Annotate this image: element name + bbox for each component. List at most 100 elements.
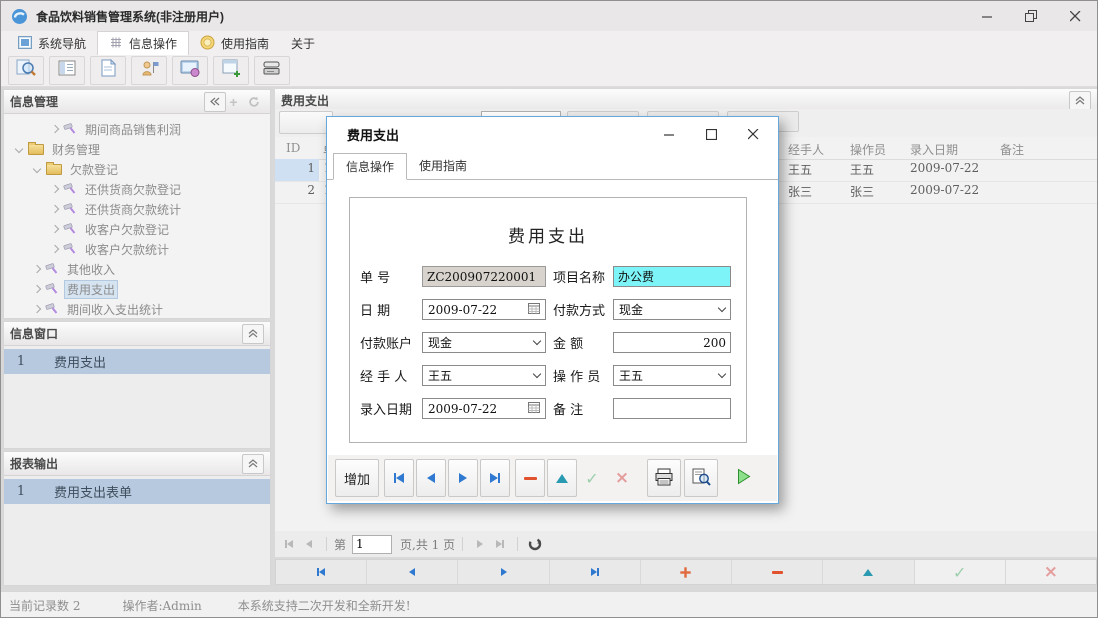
col-entry-date[interactable]: 录入日期 [906, 139, 996, 159]
restore-button[interactable] [1009, 2, 1053, 31]
tab-info-operation[interactable]: 信息操作 [97, 31, 189, 55]
dialog-close-button[interactable] [736, 122, 770, 146]
monitor-button[interactable] [172, 56, 208, 85]
delete-record-button[interactable] [515, 459, 545, 497]
device-button[interactable] [254, 56, 290, 85]
cell-handler: 张三 [784, 181, 846, 203]
add-panel-icon[interactable]: + [226, 94, 241, 110]
collapse-left-icon[interactable] [204, 92, 226, 112]
project-label: 项目名称 [553, 267, 613, 286]
col-operator[interactable]: 操作员 [846, 139, 906, 159]
calendar-icon[interactable] [528, 302, 540, 317]
page-count-label: 页,共 1 页 [400, 536, 455, 553]
page-first-button[interactable] [279, 534, 299, 554]
refresh-icon[interactable] [525, 534, 545, 554]
window-add-button[interactable] [213, 56, 249, 85]
search-button[interactable] [8, 56, 44, 85]
collapse-up-icon[interactable] [1069, 91, 1091, 111]
nav-edit-button[interactable] [823, 560, 914, 584]
expense-dialog: 费用支出 信息操作 使用指南 费用支出 单 号 项目名称 日 期 2009-07… [326, 116, 779, 504]
entry-date-field[interactable]: 2009-07-22 [422, 398, 546, 419]
nav-prev-button[interactable] [367, 560, 458, 584]
tree-item-selected[interactable]: 费用支出 [4, 279, 270, 299]
pay-account-label: 付款账户 [360, 333, 422, 352]
title-bar: 食品饮料销售管理系统(非注册用户) [1, 1, 1097, 32]
post-record-button[interactable]: ✓ [577, 459, 607, 497]
pay-method-select[interactable]: 现金 [613, 299, 731, 320]
tab-about[interactable]: 关于 [280, 32, 326, 55]
info-management-header: 信息管理 + [4, 90, 270, 114]
print-button[interactable] [647, 459, 681, 497]
page-last-button[interactable] [490, 534, 510, 554]
tree-item[interactable]: 欠款登记 [4, 159, 270, 179]
tree-item[interactable]: 期间收入支出统计 [4, 299, 270, 319]
tab-user-guide[interactable]: 使用指南 [189, 32, 280, 55]
user-button[interactable] [131, 56, 167, 85]
monitor-icon [179, 58, 201, 83]
app-logo-icon [11, 8, 28, 25]
expense-form-panel: 费用支出 单 号 项目名称 日 期 2009-07-22 付款方式 现金 [349, 197, 747, 443]
tool-icon [45, 281, 59, 298]
form-list-button[interactable] [49, 56, 85, 85]
col-handler[interactable]: 经手人 [784, 139, 846, 159]
nav-cancel-button[interactable]: × [1006, 560, 1096, 584]
refresh-panel-icon[interactable] [244, 93, 264, 111]
page-prev-button[interactable] [299, 534, 319, 554]
first-record-button[interactable] [384, 459, 414, 497]
page-next-button[interactable] [470, 534, 490, 554]
last-record-button[interactable] [480, 459, 510, 497]
edit-record-button[interactable] [547, 459, 577, 497]
grid-toolbar-button[interactable] [279, 111, 333, 134]
run-report-button[interactable] [726, 459, 760, 497]
nav-add-button[interactable] [641, 560, 732, 584]
info-window-item[interactable]: 1 费用支出 [4, 349, 270, 374]
nav-next-button[interactable] [458, 560, 549, 584]
order-no-label: 单 号 [360, 267, 422, 286]
cell-operator: 王五 [846, 159, 906, 181]
tree-item[interactable]: 还供货商欠款统计 [4, 199, 270, 219]
tree-item[interactable]: 收客户欠款登记 [4, 219, 270, 239]
document-icon [97, 58, 119, 83]
amount-field[interactable] [613, 332, 731, 353]
next-record-button[interactable] [448, 459, 478, 497]
col-remark[interactable]: 备注 [996, 139, 1097, 159]
add-button[interactable]: 增加 [335, 459, 379, 497]
document-button[interactable] [90, 56, 126, 85]
tree-item[interactable]: 期间商品销售利润 [4, 119, 270, 139]
remark-field[interactable] [613, 398, 731, 419]
nav-last-button[interactable] [550, 560, 641, 584]
dialog-tab-user-guide[interactable]: 使用指南 [407, 152, 479, 179]
dialog-tab-info-operation[interactable]: 信息操作 [333, 153, 407, 180]
project-field[interactable] [613, 266, 731, 287]
print-preview-button[interactable] [684, 459, 718, 497]
tab-system-nav[interactable]: 系统导航 [7, 32, 97, 55]
calendar-icon[interactable] [528, 401, 540, 416]
collapse-up-icon[interactable] [242, 454, 264, 474]
dialog-maximize-button[interactable] [694, 122, 728, 146]
minimize-button[interactable] [965, 2, 1009, 31]
report-output-item[interactable]: 1 费用支出表单 [4, 479, 270, 504]
nav-remove-button[interactable] [732, 560, 823, 584]
tab-label: 使用指南 [221, 35, 269, 52]
pay-account-select[interactable]: 现金 [422, 332, 546, 353]
tree-item[interactable]: 财务管理 [4, 139, 270, 159]
collapse-up-icon[interactable] [242, 324, 264, 344]
handler-select[interactable]: 王五 [422, 365, 546, 386]
col-id[interactable]: ID [275, 139, 319, 159]
close-button[interactable] [1053, 2, 1097, 31]
form-row: 单 号 项目名称 [350, 260, 746, 293]
nav-first-button[interactable] [276, 560, 367, 584]
tree-item[interactable]: 收客户欠款统计 [4, 239, 270, 259]
cancel-record-button[interactable]: × [607, 459, 637, 497]
tree-item[interactable]: 其他收入 [4, 259, 270, 279]
amount-label: 金 额 [553, 333, 613, 352]
form-list-icon [56, 58, 78, 83]
tree-item[interactable]: 还供货商欠款登记 [4, 179, 270, 199]
page-number-input[interactable] [352, 535, 392, 554]
dialog-minimize-button[interactable] [652, 122, 686, 146]
tab-label: 系统导航 [38, 35, 86, 52]
nav-post-button[interactable]: ✓ [915, 560, 1006, 584]
prev-record-button[interactable] [416, 459, 446, 497]
operator-select[interactable]: 王五 [613, 365, 731, 386]
date-field[interactable]: 2009-07-22 [422, 299, 546, 320]
